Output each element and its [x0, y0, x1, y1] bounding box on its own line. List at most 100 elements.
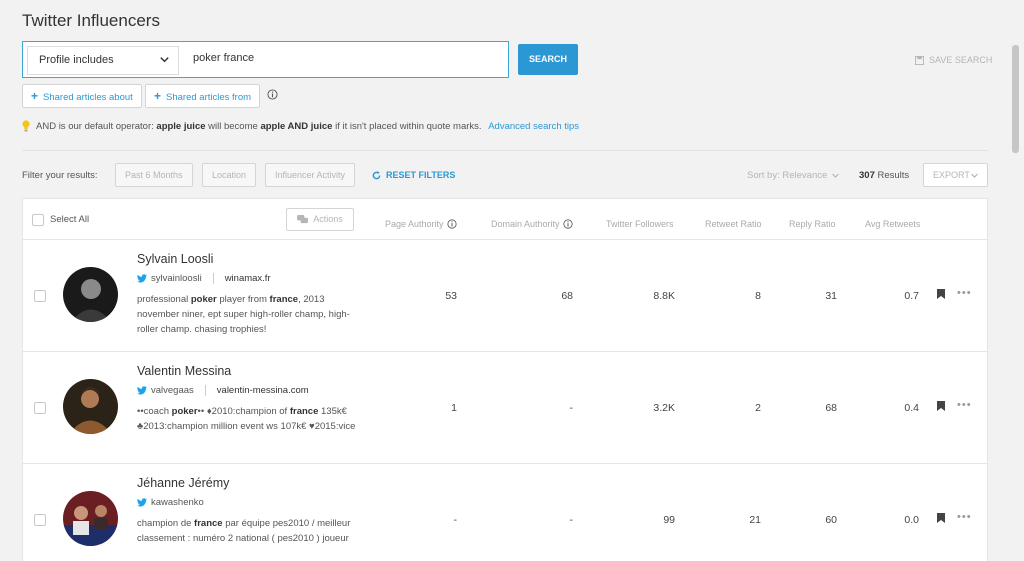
col-avg-retweets[interactable]: Avg Retweets [865, 219, 920, 229]
col-page-authority[interactable]: Page Authority [385, 219, 457, 229]
select-all-label: Select All [50, 214, 90, 225]
advanced-search-tips-link[interactable]: Advanced search tips [488, 121, 579, 132]
bio-highlight: poker [190, 294, 217, 305]
twitter-handle[interactable]: sylvainloosli [151, 273, 202, 284]
save-search-label: SAVE SEARCH [929, 55, 993, 65]
chevron-down-icon [971, 173, 978, 178]
search-tip: AND is our default operator: apple juice… [22, 120, 579, 132]
reply-ratio-value: 31 [825, 290, 837, 302]
col-reply-ratio[interactable]: Reply Ratio [789, 219, 836, 229]
search-input[interactable] [193, 52, 493, 64]
avg-retweets-value: 0.7 [904, 290, 919, 302]
filter-label: Filter your results: [22, 170, 98, 181]
results-label: Results [877, 170, 910, 181]
info-icon[interactable] [267, 89, 278, 100]
row-checkbox[interactable] [34, 290, 46, 302]
tip-prefix: AND is our default operator: [36, 120, 154, 132]
bio-text: professional [137, 294, 191, 305]
save-search-button[interactable]: SAVE SEARCH [915, 55, 992, 65]
avatar[interactable] [63, 491, 118, 546]
reset-filters-button[interactable]: RESET FILTERS [372, 170, 455, 180]
plus-icon: + [154, 89, 162, 103]
scrollbar-thumb[interactable] [1012, 45, 1019, 153]
tip-suffix: if it isn't placed within quote marks. [335, 120, 482, 132]
col-retweet-ratio[interactable]: Retweet Ratio [705, 219, 762, 229]
tip-middle: will become [208, 120, 258, 132]
row-checkbox[interactable] [34, 514, 46, 526]
influencer-name[interactable]: Valentin Messina [137, 364, 231, 378]
shared-articles-from-label: Shared articles from [166, 92, 252, 103]
website-link[interactable]: valentin-messina.com [217, 385, 309, 396]
sort-dropdown[interactable]: Sort by: Relevance [747, 170, 840, 181]
twitter-followers-value: 8.8K [653, 290, 675, 302]
avg-retweets-value: 0.0 [904, 514, 919, 526]
reply-ratio-value: 60 [825, 514, 837, 526]
bio: champion de france par équipe pes2010 / … [137, 516, 359, 546]
retweet-ratio-value: 8 [755, 290, 761, 302]
select-all-checkbox[interactable] [32, 214, 44, 226]
bookmark-icon[interactable] [937, 401, 945, 411]
export-button[interactable]: EXPORT [923, 163, 988, 187]
more-options-icon[interactable]: ••• [957, 399, 972, 411]
scrollbar[interactable] [1010, 40, 1020, 561]
chevron-down-icon [160, 57, 169, 63]
divider [22, 150, 988, 151]
search-button[interactable]: SEARCH [518, 44, 578, 75]
bookmark-icon[interactable] [937, 289, 945, 299]
twitter-handle[interactable]: kawashenko [151, 497, 204, 508]
actions-label: Actions [313, 214, 343, 224]
more-options-icon[interactable]: ••• [957, 287, 972, 299]
col-twitter-followers[interactable]: Twitter Followers [606, 219, 674, 229]
bio-text: •• ♦2010:champion of [197, 406, 290, 417]
actions-button[interactable]: Actions [286, 208, 354, 231]
tip-term1: apple juice [156, 120, 206, 132]
chevron-down-icon [832, 173, 840, 178]
profile-filter-value: Profile includes [39, 54, 114, 66]
table-row: Valentin Messina valvegaas valentin-mess… [23, 352, 987, 464]
twitter-followers-value: 99 [663, 514, 675, 526]
results-count: 307 Results [859, 170, 909, 181]
row-checkbox[interactable] [34, 402, 46, 414]
sort-label: Sort by: Relevance [747, 170, 828, 181]
twitter-followers-value: 3.2K [653, 402, 675, 414]
website-link[interactable]: winamax.fr [225, 273, 271, 284]
filter-period-button[interactable]: Past 6 Months [115, 163, 193, 187]
twitter-handle[interactable]: valvegaas [151, 385, 194, 396]
plus-icon: + [31, 89, 39, 103]
twitter-icon [137, 274, 147, 283]
table-header: Select All Actions Page Authority Domain… [23, 199, 987, 240]
bio-highlight: france [194, 518, 223, 529]
influencer-name[interactable]: Jéhanne Jérémy [137, 476, 229, 490]
search-bar: Profile includes [22, 41, 509, 78]
avatar[interactable] [63, 267, 118, 322]
shared-articles-about-button[interactable]: + Shared articles about [22, 84, 142, 108]
info-icon [446, 219, 457, 229]
shared-articles-from-button[interactable]: + Shared articles from [145, 84, 261, 108]
domain-authority-value: 68 [561, 290, 573, 302]
handle-line: sylvainloosli winamax.fr [137, 273, 271, 284]
reply-ratio-value: 68 [825, 402, 837, 414]
table-row: Sylvain Loosli sylvainloosli winamax.fr … [23, 240, 987, 352]
avatar[interactable] [63, 379, 118, 434]
save-icon [915, 55, 924, 65]
filter-activity-button[interactable]: Influencer Activity [265, 163, 356, 187]
influencer-name[interactable]: Sylvain Loosli [137, 252, 213, 266]
col-domain-authority[interactable]: Domain Authority [491, 219, 573, 229]
filter-location-button[interactable]: Location [202, 163, 257, 187]
retweet-ratio-value: 2 [755, 402, 761, 414]
col-page-authority-label: Page Authority [385, 219, 444, 229]
comment-icon [297, 215, 309, 224]
more-options-icon[interactable]: ••• [957, 511, 972, 523]
bio: professional poker player from france, 2… [137, 292, 359, 337]
info-icon [562, 219, 573, 229]
export-label: EXPORT [933, 170, 970, 180]
bio-highlight: poker [171, 406, 198, 417]
bookmark-icon[interactable] [937, 513, 945, 523]
domain-authority-value: - [569, 402, 574, 414]
tip-term2: apple AND juice [260, 120, 333, 132]
domain-authority-value: - [569, 514, 574, 526]
bio-text: champion de [137, 518, 195, 529]
refresh-icon [372, 170, 381, 179]
profile-filter-select[interactable]: Profile includes [27, 46, 179, 75]
results-number: 307 [859, 170, 875, 181]
